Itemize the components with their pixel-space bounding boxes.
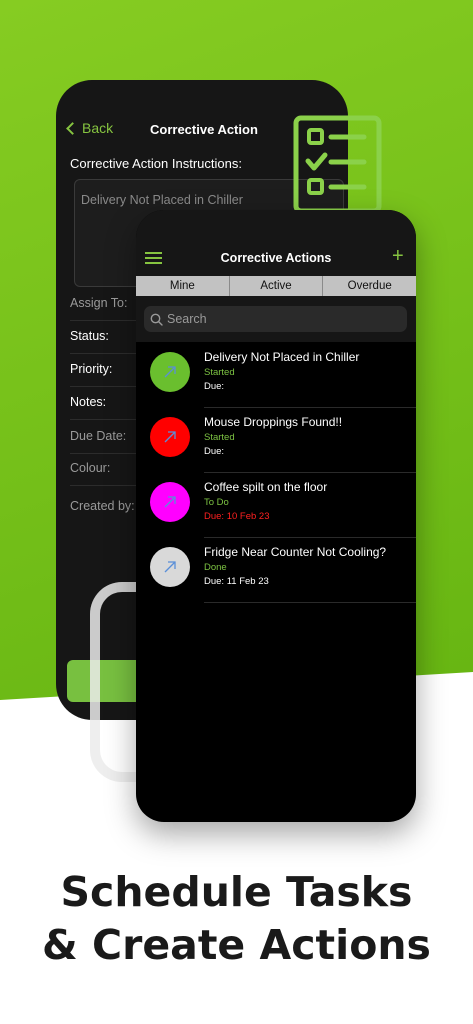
- search-input[interactable]: [167, 312, 397, 326]
- item-due: Due:: [204, 446, 225, 457]
- back-label: Back: [82, 120, 114, 136]
- back-button[interactable]: Back: [66, 120, 114, 136]
- corrective-actions-list-screen: Corrective Actions + Mine Active Overdue…: [136, 210, 416, 822]
- headline: Schedule Tasks & Create Actions: [0, 866, 473, 972]
- list-title: Corrective Actions: [220, 251, 332, 265]
- divider: [204, 472, 416, 473]
- divider: [70, 485, 140, 486]
- divider: [70, 453, 140, 454]
- status-avatar: [150, 482, 190, 522]
- headline-line-2: & Create Actions: [42, 921, 431, 969]
- notes-label[interactable]: Notes:: [70, 395, 106, 409]
- item-title: Delivery Not Placed in Chiller: [204, 350, 360, 364]
- colour-label: Colour:: [70, 461, 111, 475]
- due-date-label: Due Date:: [70, 429, 127, 443]
- filter-tabs: Mine Active Overdue: [136, 276, 416, 296]
- item-title: Coffee spilt on the floor: [204, 480, 328, 494]
- item-status: Started: [204, 432, 235, 443]
- item-due: Due: 11 Feb 23: [204, 576, 269, 587]
- list-item[interactable]: Delivery Not Placed in Chiller Started D…: [136, 344, 416, 409]
- item-status: To Do: [204, 497, 229, 508]
- list-nav-bar: Corrective Actions +: [136, 210, 416, 276]
- divider: [204, 602, 416, 603]
- list-item[interactable]: Mouse Droppings Found!! Started Due:: [136, 409, 416, 474]
- tab-overdue[interactable]: Overdue: [323, 276, 416, 296]
- item-status: Started: [204, 367, 235, 378]
- arrow-up-right-icon: [164, 431, 176, 443]
- item-status: Done: [204, 562, 227, 573]
- search-field[interactable]: [144, 306, 407, 332]
- priority-label[interactable]: Priority:: [70, 362, 112, 376]
- instructions-label: Corrective Action Instructions:: [70, 156, 242, 171]
- assign-to-label: Assign To:: [70, 296, 128, 310]
- instructions-value: Delivery Not Placed in Chiller: [81, 193, 243, 207]
- divider: [204, 407, 416, 408]
- created-by-label: Created by:: [70, 499, 135, 513]
- arrow-up-right-icon: [164, 496, 176, 508]
- item-due: Due: 10 Feb 23: [204, 511, 270, 522]
- list-item[interactable]: Coffee spilt on the floor To Do Due: 10 …: [136, 474, 416, 539]
- tab-active[interactable]: Active: [230, 276, 324, 296]
- status-avatar: [150, 547, 190, 587]
- divider: [70, 386, 140, 387]
- detail-title: Corrective Action: [150, 122, 258, 137]
- status-avatar: [150, 352, 190, 392]
- divider: [70, 320, 140, 321]
- search-icon: [150, 313, 163, 326]
- tab-mine[interactable]: Mine: [136, 276, 230, 296]
- plus-icon[interactable]: +: [392, 246, 404, 266]
- divider: [204, 537, 416, 538]
- item-title: Fridge Near Counter Not Cooling?: [204, 545, 387, 559]
- actions-list: Delivery Not Placed in Chiller Started D…: [136, 344, 416, 604]
- headline-line-1: Schedule Tasks: [60, 868, 413, 916]
- checklist-icon: [293, 115, 382, 214]
- divider: [70, 353, 140, 354]
- divider: [70, 419, 140, 420]
- search-bar: [136, 296, 416, 342]
- status-label[interactable]: Status:: [70, 329, 109, 343]
- arrow-up-right-icon: [164, 366, 176, 378]
- status-avatar: [150, 417, 190, 457]
- item-title: Mouse Droppings Found!!: [204, 415, 343, 429]
- list-item[interactable]: Fridge Near Counter Not Cooling? Done Du…: [136, 539, 416, 604]
- arrow-up-right-icon: [164, 561, 176, 573]
- item-due: Due:: [204, 381, 225, 392]
- chevron-left-icon: [66, 121, 79, 135]
